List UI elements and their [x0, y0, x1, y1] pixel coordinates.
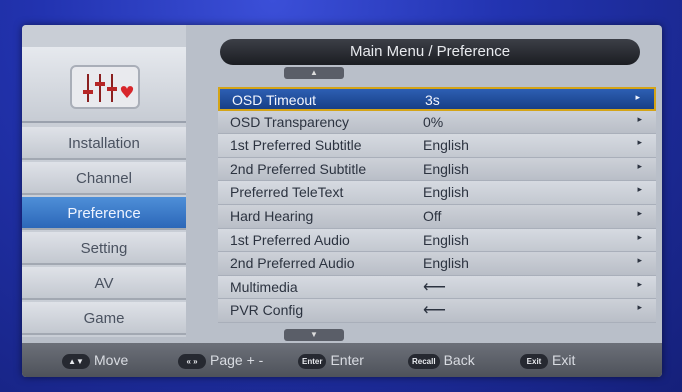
- row-value: English: [423, 255, 469, 272]
- enter-arrow-icon: ⟵: [423, 302, 446, 320]
- row-label: Multimedia: [230, 278, 298, 295]
- menu-row-2nd-preferred-subtitle[interactable]: 2nd Preferred Subtitle English ▸: [218, 157, 656, 182]
- row-value: English: [423, 231, 469, 248]
- chevron-right-icon: ▸: [637, 113, 642, 124]
- row-label: 1st Preferred Audio: [230, 231, 350, 248]
- sidebar-item-setting[interactable]: Setting: [22, 232, 186, 265]
- chevron-right-icon: ▸: [637, 231, 642, 242]
- updown-key-icon: ▲▼: [62, 353, 90, 369]
- menu-logo-panel: [22, 47, 186, 123]
- row-label: PVR Config: [230, 302, 304, 319]
- page-title: Main Menu / Preference: [220, 39, 640, 65]
- menu-row-multimedia[interactable]: Multimedia ⟵ ▸: [218, 275, 656, 300]
- chevron-right-icon: ▸: [637, 207, 642, 218]
- preference-logo-icon: [70, 65, 140, 109]
- menu-row-pvr-config[interactable]: PVR Config ⟵ ▸: [218, 299, 656, 323]
- menu-row-1st-preferred-subtitle[interactable]: 1st Preferred Subtitle English ▸: [218, 134, 656, 158]
- menu-row-1st-preferred-audio[interactable]: 1st Preferred Audio English ▸: [218, 228, 656, 253]
- osd-screen: Installation Channel Preference Setting …: [22, 25, 662, 377]
- help-exit: Exit Exit: [520, 352, 575, 369]
- row-label: Preferred TeleText: [230, 184, 344, 201]
- menu-row-hard-hearing[interactable]: Hard Hearing Off ▸: [218, 204, 656, 229]
- chevron-right-icon: ▸: [637, 302, 642, 313]
- sidebar-item-installation[interactable]: Installation: [22, 127, 186, 160]
- exit-key-icon: Exit: [520, 353, 548, 369]
- row-label: 2nd Preferred Subtitle: [230, 160, 367, 177]
- help-enter: Enter Enter: [298, 352, 364, 369]
- row-value: 0%: [423, 113, 444, 130]
- row-label: OSD Transparency: [230, 113, 350, 130]
- sidebar-item-preference[interactable]: Preference: [22, 197, 186, 230]
- chevron-right-icon: ▸: [637, 137, 642, 148]
- row-label: 2nd Preferred Audio: [230, 255, 355, 272]
- recall-key-icon: Recall: [408, 353, 440, 369]
- sidebar-item-channel[interactable]: Channel: [22, 162, 186, 195]
- chevron-right-icon: ▸: [637, 184, 642, 195]
- help-page-label: Page + -: [210, 352, 264, 368]
- chevron-right-icon: ▸: [637, 160, 642, 171]
- menu-row-osd-timeout[interactable]: OSD Timeout 3s ▸: [218, 87, 656, 111]
- row-value: English: [423, 137, 469, 154]
- row-value: 3s: [425, 92, 440, 108]
- help-back: Recall Back: [408, 352, 475, 369]
- row-label: Hard Hearing: [230, 207, 314, 224]
- help-move: ▲▼ Move: [62, 352, 128, 369]
- row-label: 1st Preferred Subtitle: [230, 137, 362, 154]
- row-value: English: [423, 184, 469, 201]
- menu-row-preferred-teletext[interactable]: Preferred TeleText English ▸: [218, 181, 656, 205]
- help-page: « » Page + -: [178, 352, 263, 369]
- chevron-right-icon: ▸: [637, 255, 642, 266]
- enter-key-icon: Enter: [298, 353, 327, 369]
- sidebar-item-game[interactable]: Game: [22, 302, 186, 335]
- sidebar-item-av[interactable]: AV: [22, 267, 186, 300]
- row-value: English: [423, 160, 469, 177]
- chevron-right-icon: ▸: [635, 92, 640, 102]
- help-move-label: Move: [94, 352, 129, 368]
- sidebar: Installation Channel Preference Setting …: [22, 25, 186, 337]
- help-bar: ▲▼ Move « » Page + - Enter Enter Recall Back…: [22, 343, 662, 377]
- enter-arrow-icon: ⟵: [423, 278, 446, 296]
- chevron-right-icon: ▸: [637, 278, 642, 289]
- help-enter-label: Enter: [330, 352, 364, 368]
- scroll-down-button[interactable]: ▼: [284, 329, 344, 341]
- row-label: OSD Timeout: [232, 92, 317, 108]
- row-value: Off: [423, 207, 442, 224]
- preference-list: OSD Timeout 3s ▸ OSD Transparency 0% ▸ 1…: [218, 87, 656, 323]
- menu-row-2nd-preferred-audio[interactable]: 2nd Preferred Audio English ▸: [218, 252, 656, 276]
- help-exit-label: Exit: [552, 352, 576, 368]
- menu-row-osd-transparency[interactable]: OSD Transparency 0% ▸: [218, 110, 656, 135]
- scroll-up-button[interactable]: ▲: [284, 67, 344, 79]
- page-key-icon: « »: [178, 353, 206, 369]
- help-back-label: Back: [443, 352, 475, 368]
